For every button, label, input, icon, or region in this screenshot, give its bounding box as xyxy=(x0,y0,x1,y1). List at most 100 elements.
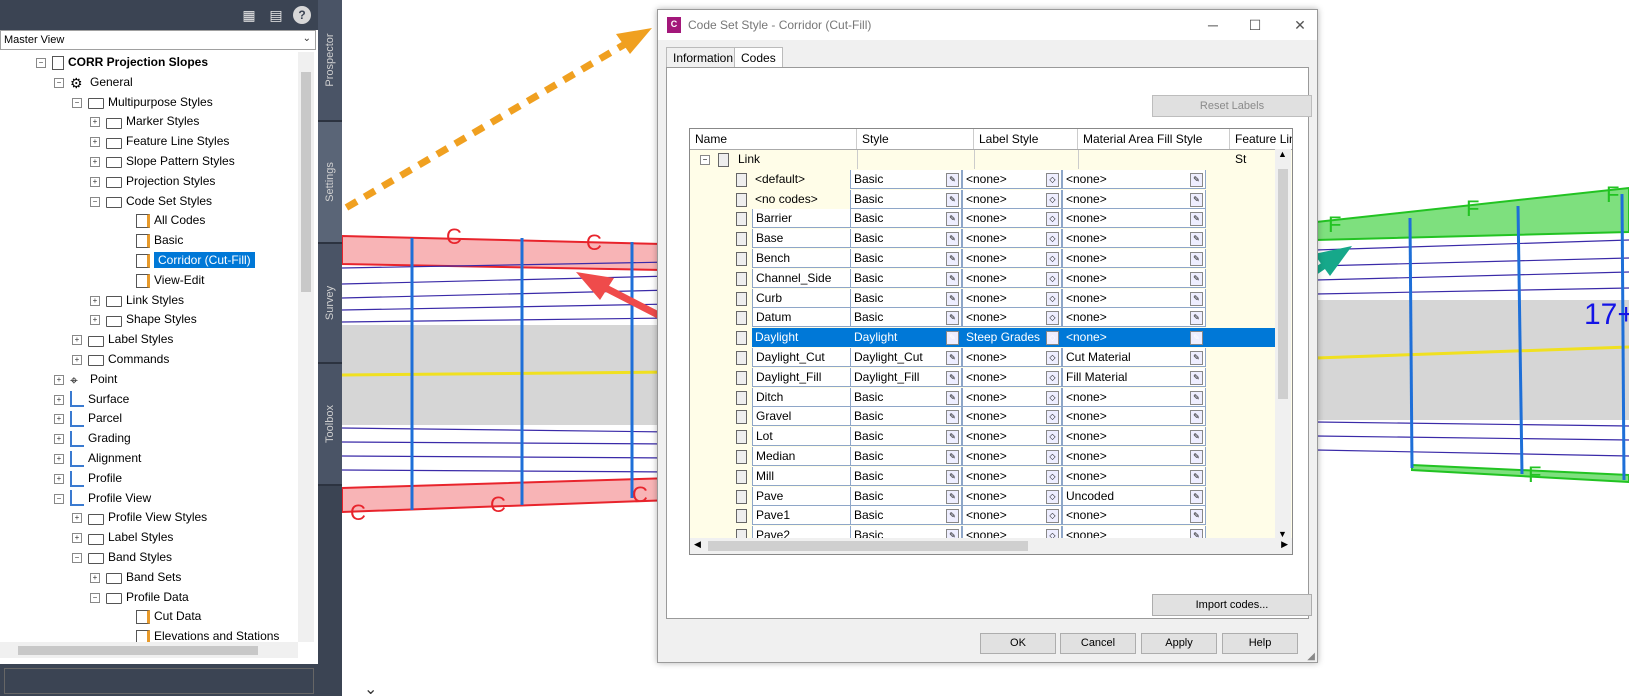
fill-style-cell[interactable]: <none> ✎ xyxy=(1062,466,1206,486)
table-row[interactable]: Daylight_Cut Daylight_Cut ✎ <none> ◇ Cut Mate… xyxy=(690,348,1275,367)
label-style-cell[interactable]: <none> ◇ xyxy=(962,268,1062,288)
reset-labels-button[interactable]: Reset Labels xyxy=(1152,95,1312,117)
expand-icon[interactable]: + xyxy=(54,454,64,464)
code-name-cell[interactable]: Daylight_Fill xyxy=(752,367,857,387)
code-name-cell[interactable]: Lot xyxy=(752,427,857,447)
tree-vertical-scrollbar[interactable] xyxy=(298,52,314,642)
table-row[interactable]: Curb Basic ✎ <none> ◇ <none> ✎ xyxy=(690,288,1275,308)
tree-node[interactable]: − Profile View xyxy=(54,488,151,508)
table-row[interactable]: Datum Basic ✎ <none> ◇ <none> ✎ xyxy=(690,308,1275,328)
tree-node[interactable]: + Shape Styles xyxy=(90,309,197,329)
label-style-cell[interactable]: <none> ◇ xyxy=(962,308,1062,328)
label-style-cell[interactable]: <none> ◇ xyxy=(962,506,1062,526)
label-style-cell[interactable]: <none> ◇ xyxy=(962,288,1062,308)
code-name-cell[interactable]: Mill xyxy=(752,466,857,486)
table-row[interactable]: <default> Basic ✎ <none> ◇ <none> ✎ xyxy=(690,169,1275,189)
grid-horizontal-scrollbar[interactable]: ◀ ▶ xyxy=(689,538,1293,555)
tree-node[interactable]: All Codes xyxy=(136,210,205,230)
fill-style-cell[interactable]: <none> ✎ xyxy=(1062,328,1206,348)
style-cell[interactable]: Daylight_Cut ✎ xyxy=(850,348,962,367)
style-picker-icon[interactable]: ✎ xyxy=(946,271,959,286)
label-style-cell[interactable]: <none> ◇ xyxy=(962,348,1062,367)
tree-node[interactable]: + Profile View Styles xyxy=(72,507,207,527)
column-header-label-style[interactable]: Label Style xyxy=(974,129,1078,149)
collapse-icon[interactable]: − xyxy=(54,493,64,504)
style-picker-icon[interactable]: ✎ xyxy=(946,390,959,405)
fill-style-cell[interactable]: <none> ✎ xyxy=(1062,427,1206,447)
tag-icon[interactable]: ◇ xyxy=(1046,311,1059,326)
style-cell[interactable]: Basic ✎ xyxy=(850,288,962,308)
expand-icon[interactable]: + xyxy=(54,473,64,484)
table-row[interactable]: Channel_Side Basic ✎ <none> ◇ <none> ✎ xyxy=(690,268,1275,288)
style-picker-icon[interactable]: ✎ xyxy=(946,291,959,306)
table-row[interactable]: Barrier Basic ✎ <none> ◇ <none> ✎ xyxy=(690,209,1275,229)
style-picker-icon[interactable]: ✎ xyxy=(946,489,959,504)
fill-style-cell[interactable]: <none> ✎ xyxy=(1062,189,1206,209)
maximize-icon[interactable]: ☐ xyxy=(1245,16,1265,34)
tag-icon[interactable]: ◇ xyxy=(1046,351,1059,365)
table-row[interactable]: Daylight Daylight ✎ Steep Grades ◇ <none> ✎ xyxy=(690,328,1275,348)
collapse-icon[interactable]: − xyxy=(72,553,82,563)
tag-icon[interactable]: ◇ xyxy=(1046,291,1059,306)
collapse-icon[interactable]: − xyxy=(90,196,100,207)
tree-node[interactable]: + Surface xyxy=(54,389,129,409)
code-name-cell[interactable]: Gravel xyxy=(752,407,857,427)
style-cell[interactable]: Basic ✎ xyxy=(850,249,962,268)
code-name-cell[interactable]: Median xyxy=(752,447,857,466)
tree-node[interactable]: − Multipurpose Styles xyxy=(72,92,213,112)
fill-style-cell[interactable]: <none> ✎ xyxy=(1062,447,1206,466)
tab-survey[interactable]: Survey xyxy=(318,244,342,364)
code-name-cell[interactable]: Bench xyxy=(752,249,857,268)
tag-icon[interactable]: ◇ xyxy=(1046,271,1059,286)
style-picker-icon[interactable]: ✎ xyxy=(1190,252,1203,266)
table-row[interactable]: Base Basic ✎ <none> ◇ <none> ✎ xyxy=(690,229,1275,249)
tree-node[interactable]: + Alignment xyxy=(54,448,141,468)
style-picker-icon[interactable]: ✎ xyxy=(946,331,959,346)
label-style-cell[interactable]: <none> ◇ xyxy=(962,447,1062,466)
style-picker-icon[interactable]: ✎ xyxy=(946,410,959,425)
fill-style-cell[interactable]: Fill Material ✎ xyxy=(1062,367,1206,387)
tab-settings[interactable]: Settings xyxy=(318,122,342,244)
tag-icon[interactable]: ◇ xyxy=(1046,192,1059,207)
tree-node[interactable]: − Code Set Styles xyxy=(90,191,212,211)
tree-node[interactable]: + Band Sets xyxy=(90,567,181,587)
code-name-cell[interactable]: Curb xyxy=(752,288,857,308)
style-picker-icon[interactable]: ✎ xyxy=(1190,509,1203,524)
tree-node[interactable]: + Marker Styles xyxy=(90,111,199,131)
expand-icon[interactable]: + xyxy=(54,394,64,405)
tag-icon[interactable]: ◇ xyxy=(1046,232,1059,247)
style-cell[interactable]: Basic ✎ xyxy=(850,387,962,407)
expand-icon[interactable]: + xyxy=(90,137,100,148)
style-picker-icon[interactable]: ✎ xyxy=(946,232,959,247)
display-icon[interactable]: ▤ xyxy=(267,6,285,24)
code-name-cell[interactable]: Pave1 xyxy=(752,506,857,526)
table-row[interactable]: <no codes> Basic ✎ <none> ◇ <none> ✎ xyxy=(690,189,1275,209)
label-style-cell[interactable]: <none> ◇ xyxy=(962,229,1062,249)
style-picker-icon[interactable]: ✎ xyxy=(1190,390,1203,405)
tab-prospector[interactable]: Prospector xyxy=(318,0,342,122)
tree-node[interactable]: − Band Styles xyxy=(72,547,172,567)
style-picker-icon[interactable]: ✎ xyxy=(946,450,959,464)
tree-node[interactable]: + Projection Styles xyxy=(90,171,215,191)
tag-icon[interactable]: ◇ xyxy=(1046,410,1059,425)
code-name-cell[interactable]: <no codes> xyxy=(752,190,857,209)
style-picker-icon[interactable]: ✎ xyxy=(946,370,959,385)
style-cell[interactable]: Basic ✎ xyxy=(850,229,962,249)
tag-icon[interactable]: ◇ xyxy=(1046,509,1059,524)
expand-icon[interactable]: + xyxy=(72,533,82,544)
fill-style-cell[interactable]: <none> ✎ xyxy=(1062,288,1206,308)
collapse-icon[interactable]: − xyxy=(72,97,82,108)
grid-vertical-scrollbar[interactable]: ▲ ▼ xyxy=(1275,149,1291,539)
expand-icon[interactable]: + xyxy=(90,572,100,583)
style-picker-icon[interactable]: ✎ xyxy=(1190,430,1203,445)
style-cell[interactable]: Basic ✎ xyxy=(850,486,962,506)
style-picker-icon[interactable]: ✎ xyxy=(1190,192,1203,207)
collapse-icon[interactable]: − xyxy=(36,58,46,68)
scroll-up-icon[interactable]: ▲ xyxy=(1278,149,1287,159)
tree-node[interactable]: Cut Data xyxy=(136,606,201,626)
tag-icon[interactable]: ◇ xyxy=(1046,331,1059,346)
label-style-cell[interactable]: Steep Grades ◇ xyxy=(962,328,1062,348)
close-icon[interactable]: ✕ xyxy=(1290,16,1310,34)
style-picker-icon[interactable]: ✎ xyxy=(1190,172,1203,187)
label-style-cell[interactable]: <none> ◇ xyxy=(962,466,1062,486)
